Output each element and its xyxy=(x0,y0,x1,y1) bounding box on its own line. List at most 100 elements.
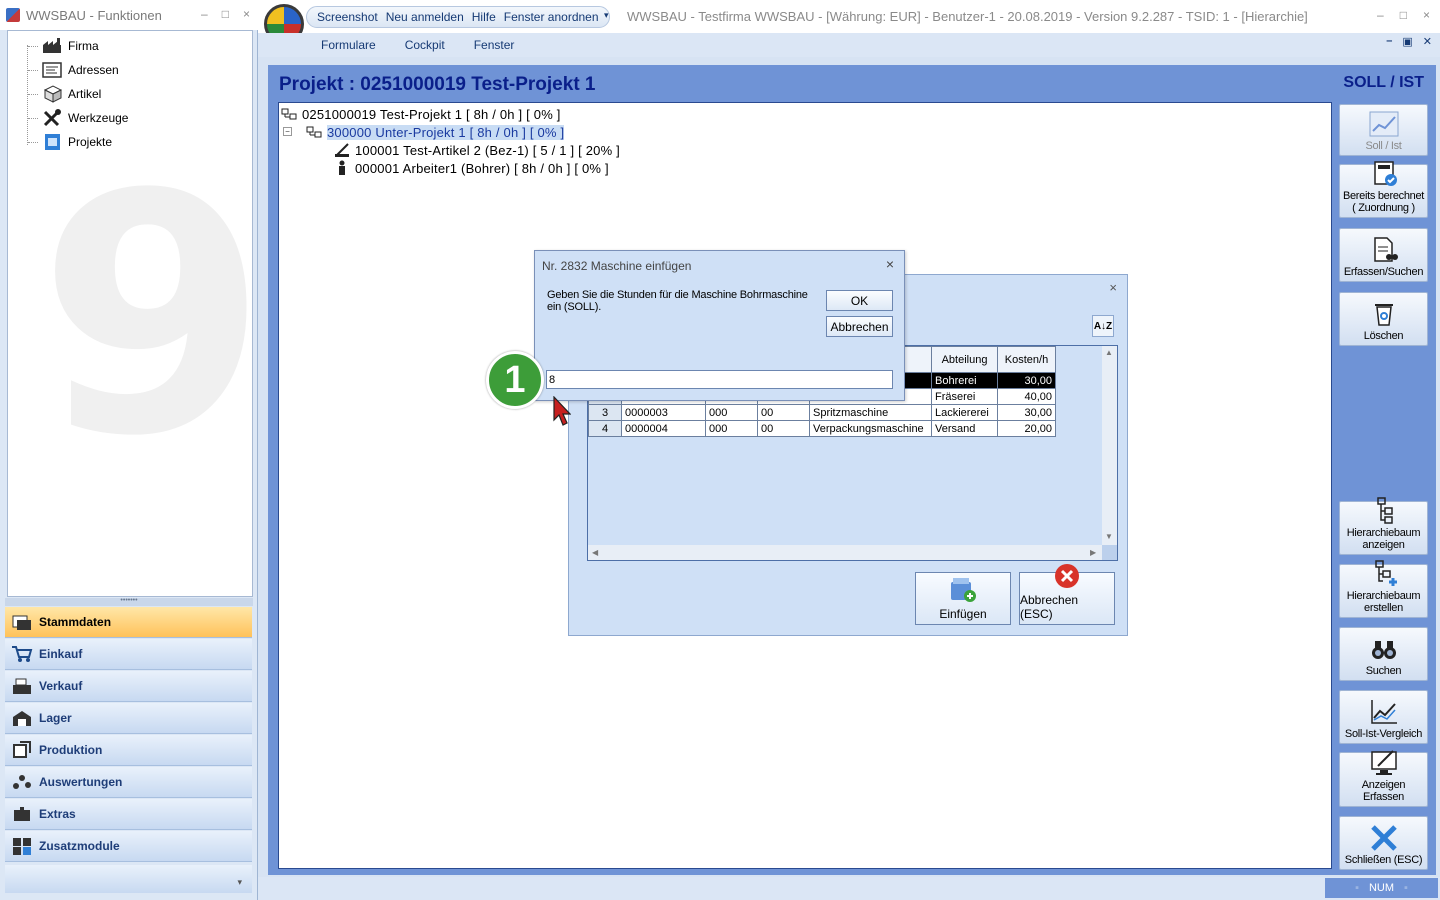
menu-cockpit[interactable]: Cockpit xyxy=(405,38,445,52)
menu-formulare[interactable]: Formulare xyxy=(321,38,376,52)
table-row[interactable]: 3 0000003 000 00 Spritzmaschine Lackiere… xyxy=(588,404,1056,421)
tree-node-article[interactable]: 100001 Test-Artikel 2 (Bez-1) [ 5 / 1 ] … xyxy=(334,141,620,159)
chart-compare-icon xyxy=(1369,698,1399,726)
cart-icon xyxy=(11,644,33,664)
nav-stammdaten[interactable]: Stammdaten xyxy=(5,607,252,638)
article-node-icon xyxy=(334,142,350,158)
tree-node-project[interactable]: 0251000019 Test-Projekt 1 [ 8h / 0h ] [ … xyxy=(281,105,561,123)
schliessen-button[interactable]: Schließen (ESC) xyxy=(1339,816,1428,870)
document-search-icon xyxy=(1369,236,1399,264)
tree-item-werkzeuge[interactable]: Werkzeuge xyxy=(28,107,128,129)
panel-splitter[interactable]: ••••••• xyxy=(5,597,253,606)
maximize-button[interactable]: □ xyxy=(222,7,229,21)
vertical-scrollbar[interactable]: ▲ ▼ xyxy=(1102,346,1117,546)
functions-window-title: WWSBAU - Funktionen – □ × xyxy=(0,0,258,30)
mdi-close-button[interactable]: ✕ xyxy=(1423,35,1432,48)
ok-button[interactable]: OK xyxy=(826,290,893,311)
nav-lager[interactable]: Lager xyxy=(5,703,252,734)
nav-zusatzmodule[interactable]: Zusatzmodule xyxy=(5,831,252,862)
insert-machine-dialog: Nr. 2832 Maschine einfügen × Geben Sie d… xyxy=(534,250,905,401)
minimize-button[interactable]: – xyxy=(201,7,208,21)
column-header-kosten[interactable]: Kosten/h xyxy=(997,346,1056,373)
abbrechen-esc-button[interactable]: Abbrechen (ESC) xyxy=(1019,564,1115,625)
tree-node-worker[interactable]: 000001 Arbeiter1 (Bohrer) [ 8h / 0h ] [ … xyxy=(334,159,609,177)
app-icon xyxy=(6,8,20,22)
nav-verkauf[interactable]: Verkauf xyxy=(5,671,252,702)
scroll-down-icon[interactable]: ▼ xyxy=(1105,532,1113,541)
dialog-close-button[interactable]: × xyxy=(886,256,894,272)
column-header-abteilung[interactable]: Abteilung xyxy=(931,346,998,373)
calculator-check-icon xyxy=(1369,160,1399,188)
project-header: Projekt : 0251000019 Test-Projekt 1 xyxy=(279,74,596,95)
table-row[interactable]: 4 0000004 000 00 Verpackungsmaschine Ver… xyxy=(588,420,1056,437)
screenshot-button[interactable]: Screenshot xyxy=(317,10,378,24)
scroll-up-icon[interactable]: ▲ xyxy=(1105,348,1113,357)
bereits-berechnet-button[interactable]: Bereits berechnet ( Zuordnung ) xyxy=(1339,161,1428,218)
main-minimize-button[interactable]: – xyxy=(1377,8,1384,22)
tree-item-projekte[interactable]: Projekte xyxy=(28,131,112,153)
main-maximize-button[interactable]: □ xyxy=(1400,8,1407,22)
loeschen-button[interactable]: Löschen xyxy=(1339,292,1428,346)
watermark-nine: 9 xyxy=(38,124,253,508)
relogin-button[interactable]: Neu anmelden xyxy=(386,10,464,24)
close-button[interactable]: × xyxy=(243,7,250,21)
cancel-circle-icon xyxy=(1052,562,1082,590)
horizontal-scrollbar[interactable]: ◀ ▶ xyxy=(588,545,1102,560)
hierarchiebaum-erstellen-button[interactable]: Hierarchiebaum erstellen xyxy=(1339,560,1428,618)
mdi-restore-button[interactable]: ▣ xyxy=(1402,35,1412,48)
scroll-left-icon[interactable]: ◀ xyxy=(592,548,598,557)
sort-az-button[interactable]: A↓Z xyxy=(1092,315,1114,337)
close-x-icon xyxy=(1369,824,1399,852)
step-badge: 1 xyxy=(486,351,544,409)
status-bar xyxy=(258,877,1440,900)
quick-bar-dropdown-icon[interactable]: ▾ xyxy=(604,10,609,21)
box-icon xyxy=(42,85,62,103)
monitor-pen-icon xyxy=(1369,749,1399,777)
insert-icon xyxy=(948,576,978,604)
mouse-cursor-icon xyxy=(553,396,571,426)
arrange-windows-button[interactable]: Fenster anordnen xyxy=(504,10,599,24)
warehouse-icon xyxy=(11,708,33,728)
tree-item-artikel[interactable]: Artikel xyxy=(28,83,101,105)
quick-access-bar: Screenshot Neu anmelden Hilfe Fenster an… xyxy=(306,6,610,28)
machine-list-close-button[interactable]: × xyxy=(1109,280,1117,295)
tree-collapse-toggle[interactable]: − xyxy=(283,127,292,136)
nav-auswertungen[interactable]: Auswertungen xyxy=(5,767,252,798)
scroll-right-icon[interactable]: ▶ xyxy=(1090,548,1096,557)
tree-node-subproject[interactable]: 300000 Unter-Projekt 1 [ 8h / 0h ] [ 0% … xyxy=(306,123,565,141)
modules-icon xyxy=(11,836,33,856)
main-close-button[interactable]: × xyxy=(1423,8,1430,22)
hierarchiebaum-anzeigen-button[interactable]: Hierarchiebaum anzeigen xyxy=(1339,497,1428,555)
suchen-button[interactable]: Suchen xyxy=(1339,627,1428,681)
status-indicators: ▪ NUM ▪ xyxy=(1325,878,1438,898)
erfassen-suchen-button[interactable]: Erfassen/Suchen xyxy=(1339,228,1428,282)
nav-produktion[interactable]: Produktion xyxy=(5,735,252,766)
dialog-cancel-button[interactable]: Abbrechen xyxy=(826,316,893,337)
soll-ist-vergleich-button[interactable]: Soll-Ist-Vergleich xyxy=(1339,690,1428,744)
soll-ist-heading: SOLL / IST xyxy=(1343,74,1424,91)
analytics-icon xyxy=(11,772,33,792)
soll-ist-button[interactable]: Soll / Ist xyxy=(1339,104,1428,156)
hierarchy-tree-icon xyxy=(1369,497,1399,525)
chart-line-icon xyxy=(1369,110,1399,138)
menu-bar: Formulare Cockpit Fenster xyxy=(258,33,1440,57)
hours-input[interactable] xyxy=(546,370,893,389)
tree-item-adressen[interactable]: Adressen xyxy=(28,59,119,81)
master-data-icon xyxy=(11,612,33,632)
tools-icon xyxy=(42,109,62,127)
project-icon xyxy=(42,133,62,151)
nav-einkauf[interactable]: Einkauf xyxy=(5,639,252,670)
nav-overflow-button[interactable]: ▾ xyxy=(5,865,252,893)
menu-fenster[interactable]: Fenster xyxy=(474,38,515,52)
functions-title-text: WWSBAU - Funktionen xyxy=(26,7,162,23)
anzeigen-erfassen-button[interactable]: Anzeigen Erfassen xyxy=(1339,749,1428,807)
help-button[interactable]: Hilfe xyxy=(472,10,496,24)
einfuegen-button[interactable]: Einfügen xyxy=(915,572,1011,625)
functions-tree: 9 Firma Adressen Artikel Werkzeuge Proje… xyxy=(7,30,253,597)
nav-extras[interactable]: Extras xyxy=(5,799,252,830)
tree-item-firma[interactable]: Firma xyxy=(28,35,99,57)
subproject-node-icon xyxy=(306,124,322,140)
mdi-minimize-button[interactable]: – xyxy=(1386,35,1392,48)
main-title-text: WWSBAU - Testfirma WWSBAU - [Währung: EU… xyxy=(627,9,1308,24)
person-icon xyxy=(334,160,350,176)
